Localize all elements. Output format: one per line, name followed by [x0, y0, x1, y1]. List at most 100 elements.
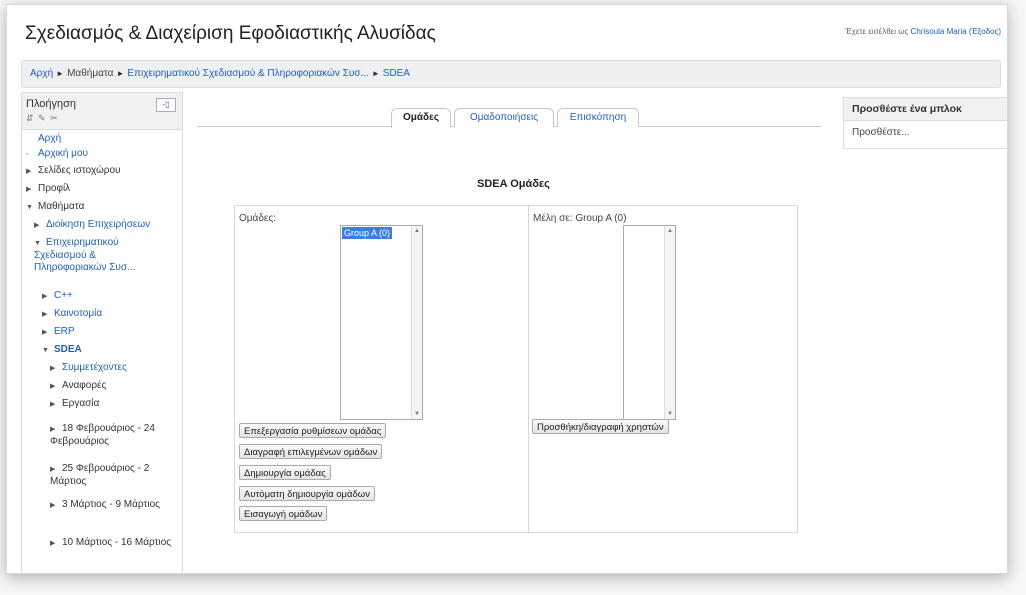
dock-icon[interactable]: -▯ [156, 98, 176, 112]
site-title: Σχεδιασμός & Διαχείριση Εφοδιαστικής Αλυ… [25, 23, 436, 44]
expand-arrow-icon: ▶ [50, 502, 56, 509]
tree-item-week-4[interactable]: ▶ 10 Μάρτιος - 16 Μάρτιος [50, 537, 174, 550]
tree-item-label: C++ [54, 290, 73, 301]
scroll-down-icon[interactable]: ▼ [665, 409, 675, 419]
tree-item-week-3[interactable]: ▶ 3 Μάρτιος - 9 Μάρτιος [50, 499, 160, 512]
tree-item-label: ERP [54, 326, 75, 337]
tree-item-erp[interactable]: ▶ ERP [42, 326, 172, 339]
expand-arrow-icon: ▶ [50, 466, 56, 473]
tree-item-profile[interactable]: ▶ Προφίλ [26, 183, 176, 196]
tree-item-label: Εργασία [62, 398, 100, 409]
members-scrollbar[interactable]: ▲ ▼ [664, 226, 675, 419]
tree-item-label: Αναφορές [62, 380, 107, 391]
expand-arrow-icon: ▶ [50, 365, 56, 372]
edit-group-settings-button[interactable]: Επεξεργασία ρυθμίσεων ομάδας [239, 423, 387, 438]
breadcrumb-courses[interactable]: Μαθήματα [67, 68, 113, 79]
tree-item-site-pages[interactable]: ▶ Σελίδες ιστοχώρου [26, 165, 176, 178]
page-heading: SDEA Ομάδες [477, 178, 550, 190]
import-groups-button[interactable]: Εισαγωγή ομάδων [239, 506, 328, 521]
group-option-selected[interactable]: Group A (0) [342, 227, 393, 239]
navigation-block-header: Πλοήγηση ⇵ ✎ ✂ -▯ [22, 93, 182, 130]
tree-item-label: 3 Μάρτιος - 9 Μάρτιος [62, 499, 160, 510]
tree-item-label: Προφίλ [38, 183, 71, 194]
expand-arrow-icon: ▶ [50, 426, 56, 433]
login-prefix: Έχετε εισέλθει ως [845, 27, 909, 36]
tree-item-cpp[interactable]: ▶ C++ [42, 290, 172, 303]
tree-item-label: Αρχή [38, 133, 62, 144]
tab-overview[interactable]: Επισκόπηση [557, 108, 639, 127]
tree-item-label: 10 Μάρτιος - 16 Μάρτιος [62, 537, 172, 548]
breadcrumb-separator: ► [116, 69, 125, 78]
tree-item-label: Διοίκηση Επιχειρήσεων [46, 219, 151, 230]
add-block: Προσθέστε ένα μπλοκ Προσθέστε... [843, 97, 1007, 149]
tree-item-courses[interactable]: ▼ Μαθήματα [26, 201, 176, 214]
expand-arrow-icon: ▶ [42, 293, 48, 300]
tab-groups[interactable]: Ομάδες [391, 108, 451, 128]
add-block-title: Προσθέστε ένα μπλοκ [852, 103, 962, 115]
tree-item-participants[interactable]: ▶ Συμμετέχοντες [50, 362, 180, 375]
scroll-up-icon[interactable]: ▲ [412, 226, 422, 236]
tree-item-reports[interactable]: ▶ Αναφορές [50, 380, 180, 393]
add-remove-users-button[interactable]: Προσθήκη/διαγραφή χρηστών [532, 419, 669, 434]
add-block-header: Προσθέστε ένα μπλοκ [844, 98, 1007, 121]
tree-item-label: 25 Φεβρουάριος - 2 Μάρτιος [50, 463, 150, 487]
login-info: Έχετε εισέλθει ως Chrisoula Maria (Έξοδο… [845, 27, 1001, 36]
groups-scrollbar[interactable]: ▲ ▼ [411, 226, 422, 419]
add-block-select[interactable]: Προσθέστε... [852, 127, 910, 138]
expand-arrow-icon: ▶ [50, 401, 56, 408]
tree-item-innovation[interactable]: ▶ Καινοτομία [42, 308, 172, 321]
breadcrumb-category[interactable]: Επιχειρηματικού Σχεδιασμού & Πληροφοριακ… [127, 68, 368, 79]
logout-link[interactable]: (Έξοδος) [969, 27, 1001, 36]
breadcrumb: Αρχή ► Μαθήματα ► Επιχειρηματικού Σχεδιασμού… [30, 68, 410, 79]
navbar: Αρχή ► Μαθήματα ► Επιχειρηματικού Σχεδιασμού… [21, 60, 1001, 88]
collapse-arrow-icon: ▼ [26, 204, 33, 211]
members-label: Μέλη σε: Group A (0) [533, 213, 627, 224]
navigation-block-title: Πλοήγηση [26, 98, 77, 110]
create-group-button[interactable]: Δημιουργία ομάδας [239, 465, 331, 480]
tree-item-label: SDEA [54, 344, 82, 355]
breadcrumb-course[interactable]: SDEA [383, 68, 410, 79]
tree-item-home[interactable]: Αρχή [26, 133, 176, 145]
tree-item-label: 18 Φεβρουάριος - 24 Φεβρουάριος [50, 423, 155, 447]
members-listbox[interactable]: ▲ ▼ [623, 225, 676, 420]
tree-item-label: Σελίδες ιστοχώρου [38, 165, 121, 176]
tree-item-week-1[interactable]: ▶ 18 Φεβρουάριος - 24 Φεβρουάριος [50, 423, 174, 448]
auto-create-groups-button[interactable]: Αυτόματη δημιουργία ομάδων [239, 486, 375, 501]
tree-item-label: Επιχειρηματικού Σχεδιασμού & Πληροφοριακ… [34, 237, 136, 273]
expand-arrow-icon: ▶ [42, 329, 48, 336]
groups-listbox[interactable]: Group A (0) ▲ ▼ [340, 225, 423, 420]
tree-item-business-planning[interactable]: ▼ Επιχειρηματικού Σχεδιασμού & Πληροφορια… [34, 237, 154, 274]
tree-item-sdea[interactable]: ▼ SDEA [42, 344, 172, 357]
collapse-arrow-icon: ▼ [42, 347, 49, 354]
tree-item-week-2[interactable]: ▶ 25 Φεβρουάριος - 2 Μάρτιος [50, 463, 174, 488]
login-user-link[interactable]: Chrisoula Maria [911, 27, 967, 36]
tree-item-label: Συμμετέχοντες [62, 362, 127, 373]
tree-item-label: Καινοτομία [54, 308, 103, 319]
scroll-down-icon[interactable]: ▼ [412, 409, 422, 419]
collapse-arrow-icon: ▼ [34, 240, 41, 247]
expand-arrow-icon: ▶ [26, 168, 32, 175]
expand-arrow-icon: ▶ [50, 540, 56, 547]
bullet-icon: ◦ [26, 151, 29, 158]
scroll-up-icon[interactable]: ▲ [665, 226, 675, 236]
tree-item-label: Μαθήματα [38, 201, 85, 212]
breadcrumb-home[interactable]: Αρχή [30, 68, 53, 79]
breadcrumb-separator: ► [56, 69, 65, 78]
expand-arrow-icon: ▶ [50, 383, 56, 390]
groups-frame: Ομάδες: Group A (0) ▲ ▼ Επεξεργασία ρυθμ… [234, 205, 798, 533]
groups-label: Ομάδες: [239, 213, 276, 224]
tree-item-business-admin[interactable]: ▶ Διοίκηση Επιχειρήσεων [34, 219, 182, 232]
tree-item-label: Αρχική μου [38, 148, 88, 159]
expand-arrow-icon: ▶ [34, 222, 40, 229]
tab-groupings[interactable]: Ομαδοποιήσεις [454, 108, 554, 127]
tree-item-my-home[interactable]: ◦ Αρχική μου [26, 148, 176, 161]
tree-item-assignment[interactable]: ▶ Εργασία [50, 398, 180, 411]
expand-arrow-icon: ▶ [42, 311, 48, 318]
navigation-block: Πλοήγηση ⇵ ✎ ✂ -▯ Αρχή ◦ Αρχική μου ▶ Σελί… [21, 92, 183, 573]
browser-page: Σχεδιασμός & Διαχείριση Εφοδιαστικής Αλυ… [6, 4, 1008, 574]
column-divider [528, 206, 529, 532]
expand-arrow-icon: ▶ [26, 186, 32, 193]
breadcrumb-separator: ► [371, 69, 380, 78]
block-action-icons[interactable]: ⇵ ✎ ✂ [26, 113, 59, 124]
delete-selected-groups-button[interactable]: Διαγραφή επιλεγμένων ομάδων [239, 444, 383, 459]
